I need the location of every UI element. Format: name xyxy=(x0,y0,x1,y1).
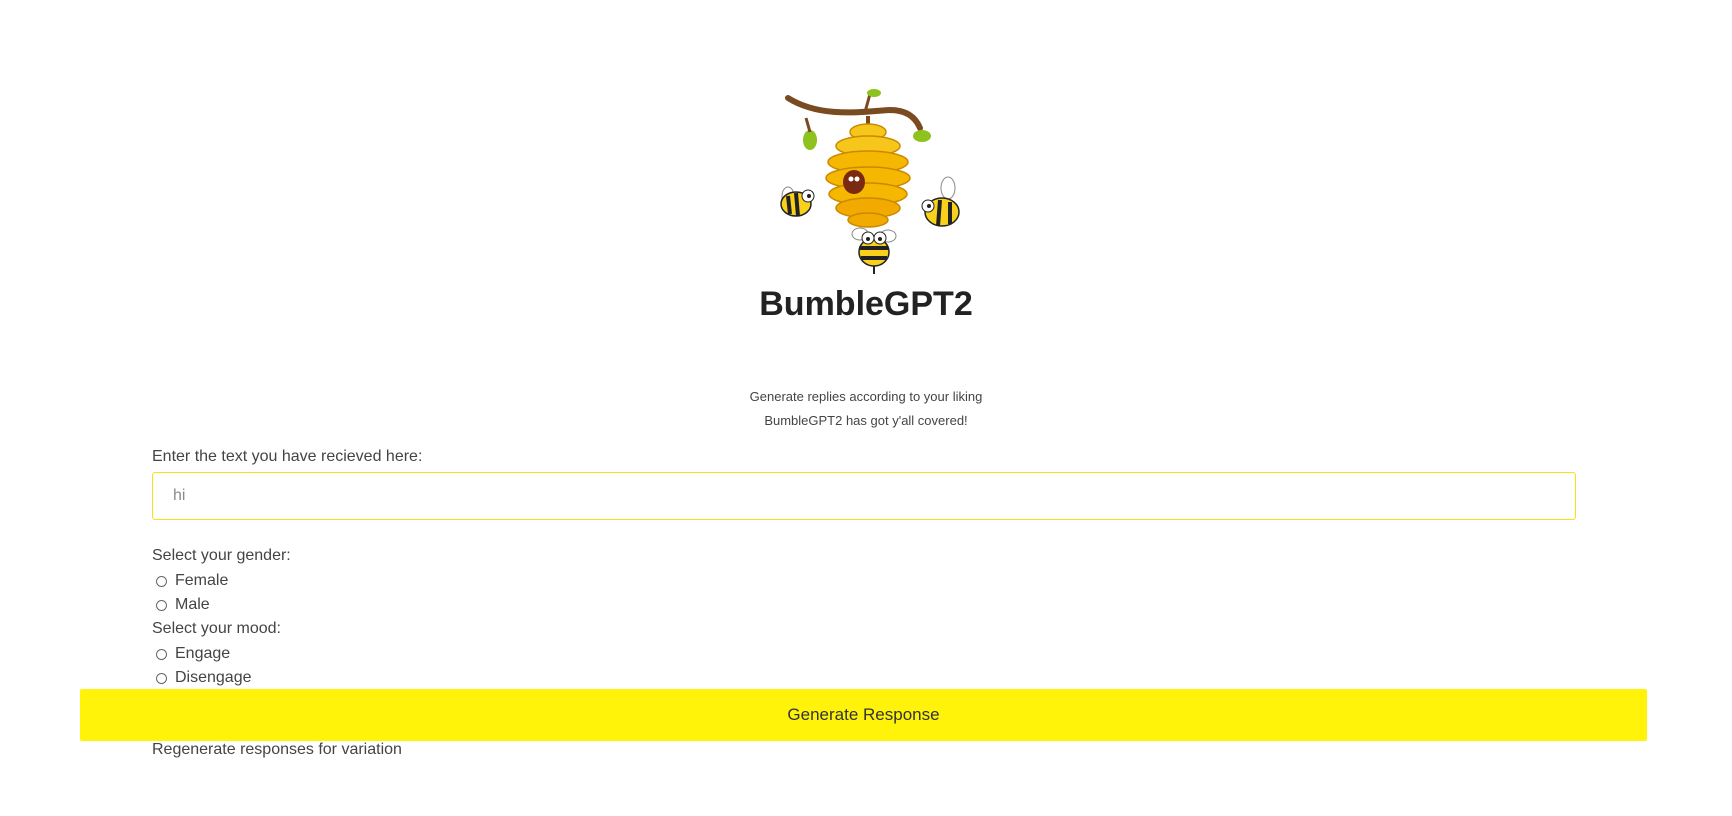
gender-label: Select your gender: xyxy=(152,547,291,564)
app-title: BumbleGPT2 xyxy=(759,285,973,323)
regenerate-note: Regenerate responses for variation xyxy=(152,741,402,758)
mood-option-engage[interactable]: Engage xyxy=(156,643,230,665)
mood-label: Select your mood: xyxy=(152,620,281,637)
gender-option-label: Male xyxy=(175,596,210,613)
beehive-with-bees-icon xyxy=(780,89,960,274)
gender-option-male[interactable]: Male xyxy=(156,594,210,616)
mood-option-label: Engage xyxy=(175,645,231,662)
radio-button[interactable] xyxy=(156,672,167,684)
radio-button[interactable] xyxy=(156,599,167,611)
intro-line-2: BumbleGPT2 has got y'all covered! xyxy=(764,413,968,428)
mood-option-label: Disengage xyxy=(175,669,252,686)
generate-response-button[interactable]: Generate Response xyxy=(80,689,1647,741)
gender-option-female[interactable]: Female xyxy=(156,570,228,592)
radio-button[interactable] xyxy=(156,575,167,587)
text-input-label: Enter the text you have recieved here: xyxy=(152,448,423,465)
mood-option-disengage[interactable]: Disengage xyxy=(156,667,252,689)
radio-button[interactable] xyxy=(156,648,167,660)
gender-option-label: Female xyxy=(175,572,229,589)
page: BumbleGPT2 Generate replies according to… xyxy=(0,0,1732,816)
received-text-input[interactable] xyxy=(152,472,1576,520)
intro-line-1: Generate replies according to your likin… xyxy=(749,389,983,404)
